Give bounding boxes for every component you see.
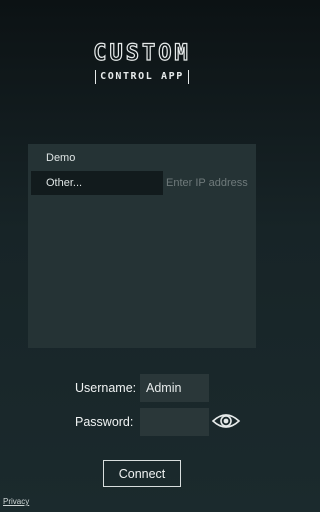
username-field[interactable]: [140, 374, 209, 402]
password-field[interactable]: [140, 408, 209, 436]
app-logo: CUSTOM CONTROL APP: [0, 41, 284, 84]
logo-title: CUSTOM: [93, 41, 191, 66]
privacy-link[interactable]: Privacy: [3, 497, 29, 506]
username-label: Username:: [75, 381, 137, 395]
list-item-demo[interactable]: Demo: [46, 152, 75, 164]
list-item-other[interactable]: Other...: [31, 171, 163, 195]
ip-address-input[interactable]: [164, 171, 254, 195]
list-item-other-label: Other...: [46, 177, 83, 189]
eye-icon[interactable]: [211, 410, 241, 432]
password-label: Password:: [75, 415, 134, 429]
connect-button[interactable]: Connect: [103, 460, 181, 487]
connection-list: Demo Other...: [28, 144, 256, 348]
logo-subtitle: CONTROL APP: [95, 70, 189, 84]
